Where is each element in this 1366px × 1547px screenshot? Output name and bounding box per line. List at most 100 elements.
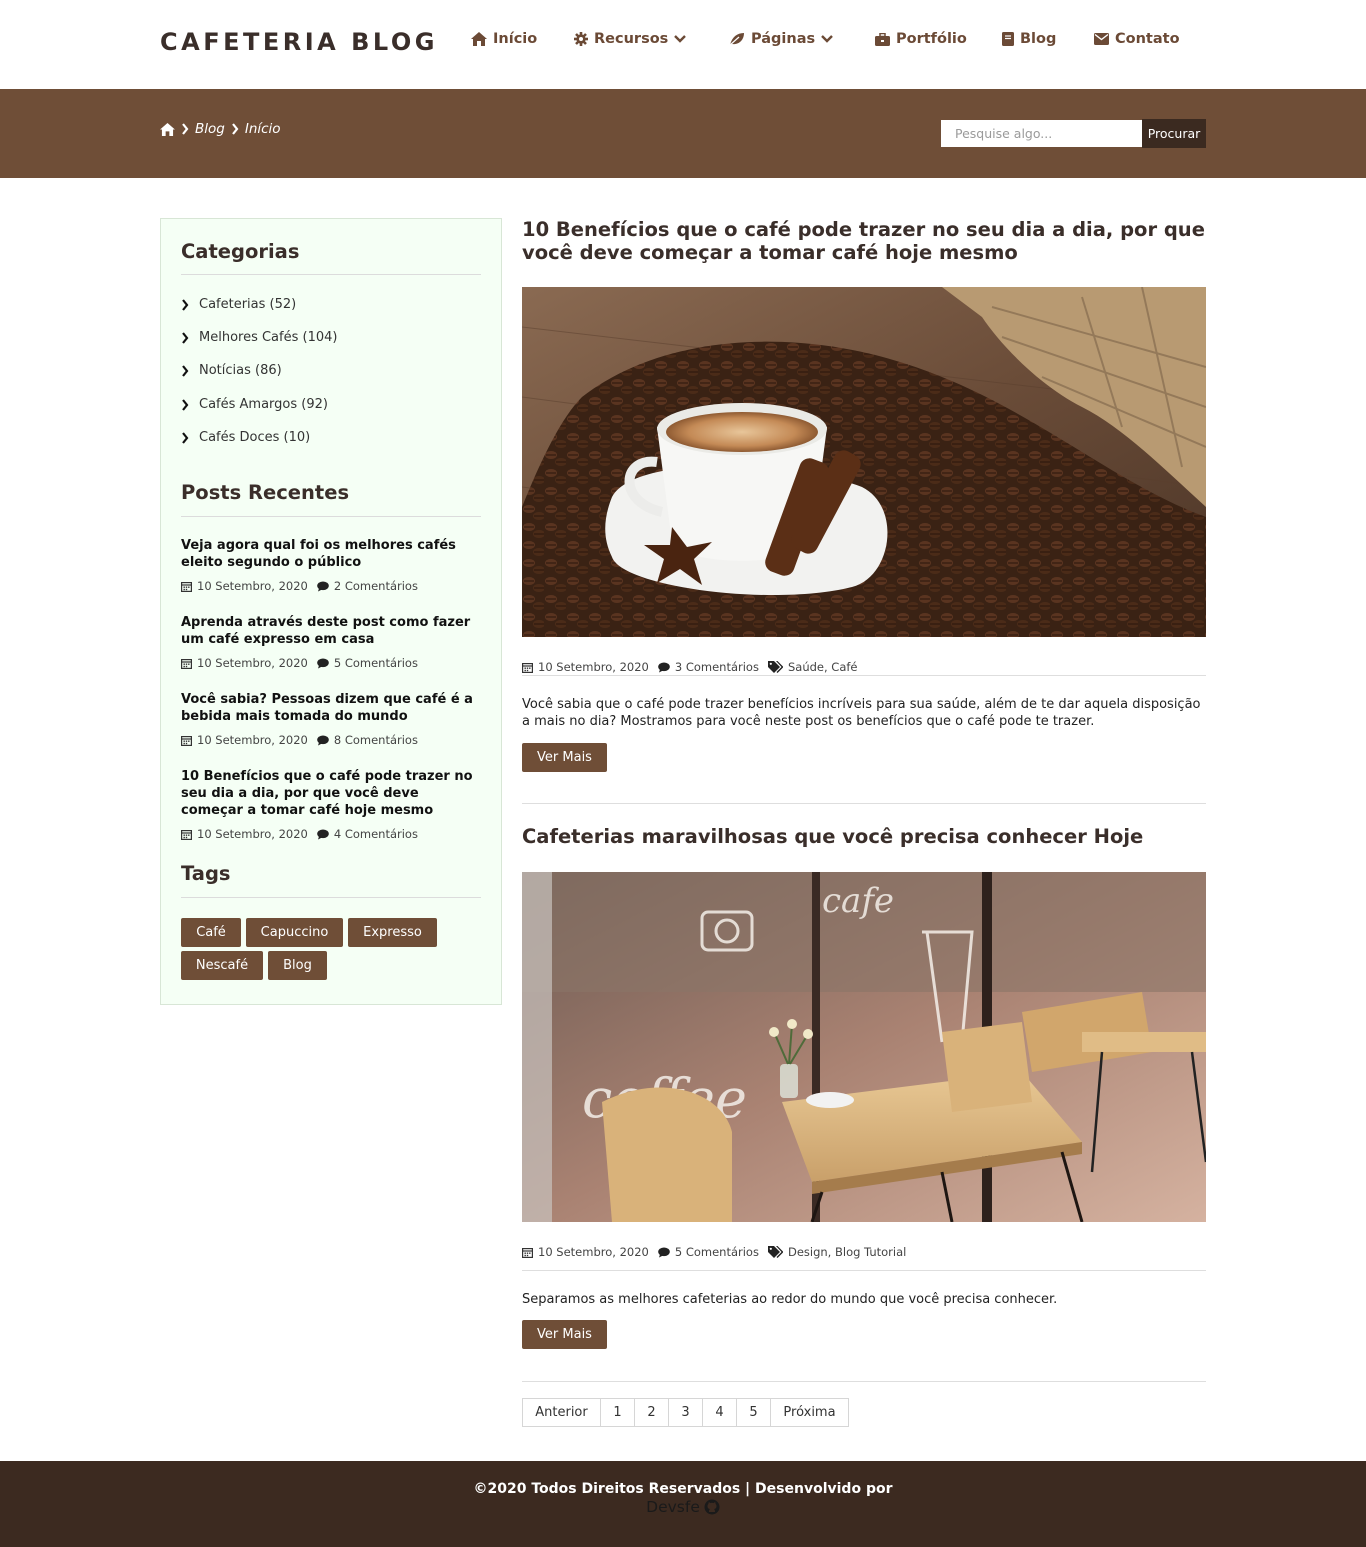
divider <box>181 516 481 517</box>
recent-post-title[interactable]: Aprenda através deste post como fazer um… <box>181 614 481 648</box>
post-date: 10 Setembro, 2020 <box>197 733 308 747</box>
post-meta: 10 Setembro, 2020 5 Comentários Design, … <box>522 1245 906 1259</box>
nav-label: Contato <box>1115 31 1180 47</box>
chevron-right-icon <box>181 331 189 344</box>
recent-post-meta: 10 Setembro, 2020 8 Comentários <box>181 733 418 747</box>
tags-icon <box>767 1246 783 1258</box>
svg-text:cafe: cafe <box>822 881 894 921</box>
read-more-button[interactable]: Ver Mais <box>522 743 607 772</box>
tag-blog[interactable]: Blog <box>268 951 327 980</box>
nav-label: Portfólio <box>896 31 967 47</box>
gear-icon <box>574 32 588 46</box>
leaf-icon <box>729 32 745 46</box>
search-button[interactable]: Procurar <box>1142 119 1206 148</box>
categories-heading: Categorias <box>181 240 300 263</box>
post-date: 10 Setembro, 2020 <box>197 656 308 670</box>
nav-item-recursos[interactable]: Recursos <box>574 31 687 47</box>
book-icon <box>1002 32 1014 46</box>
category-item[interactable]: Melhores Cafés (104) <box>181 330 337 345</box>
recent-post-title[interactable]: Você sabia? Pessoas dizem que café é a b… <box>181 691 481 725</box>
page-3[interactable]: 3 <box>668 1398 703 1427</box>
tag-nescafe[interactable]: Nescafé <box>181 951 263 980</box>
category-label: Notícias (86) <box>199 363 282 378</box>
nav-label: Páginas <box>751 31 816 47</box>
github-icon[interactable] <box>704 1499 720 1515</box>
post-excerpt: Separamos as melhores cafeterias ao redo… <box>522 1292 1058 1307</box>
chevron-right-icon <box>181 123 189 135</box>
divider <box>522 1381 1206 1382</box>
category-label: Cafés Doces (10) <box>199 430 311 445</box>
nav-label: Blog <box>1020 31 1057 47</box>
site-brand[interactable]: CAFETERIA BLOG <box>160 28 438 56</box>
post-date: 10 Setembro, 2020 <box>197 579 308 593</box>
divider <box>181 897 481 898</box>
briefcase-icon <box>875 32 890 46</box>
nav-item-portfolio[interactable]: Portfólio <box>875 31 967 47</box>
post-date: 10 Setembro, 2020 <box>538 1245 649 1259</box>
recent-post-title[interactable]: Veja agora qual foi os melhores cafés el… <box>181 537 481 571</box>
developer-name[interactable]: Devsfe <box>646 1498 700 1516</box>
calendar-icon <box>181 735 192 746</box>
post-tags[interactable]: Saúde, Café <box>788 660 858 674</box>
read-more-button[interactable]: Ver Mais <box>522 1320 607 1349</box>
recent-post-title[interactable]: 10 Benefícios que o café pode trazer no … <box>181 768 481 819</box>
comment-icon <box>317 581 329 592</box>
post-image-cafe-interior[interactable]: coffee cafe <box>522 872 1206 1222</box>
tag-expresso[interactable]: Expresso <box>348 918 437 947</box>
category-item[interactable]: Cafeterias (52) <box>181 297 296 312</box>
chevron-down-icon <box>821 34 833 44</box>
category-item[interactable]: Cafés Amargos (92) <box>181 397 328 412</box>
post-title[interactable]: 10 Benefícios que o café pode trazer no … <box>522 218 1206 264</box>
comment-icon <box>317 829 329 840</box>
post-comments[interactable]: 3 Comentários <box>675 660 759 674</box>
envelope-icon <box>1094 33 1109 45</box>
tag-capuccino[interactable]: Capuccino <box>246 918 343 947</box>
post-comments[interactable]: 5 Comentários <box>675 1245 759 1259</box>
post-comments: 5 Comentários <box>333 656 418 670</box>
comment-icon <box>317 735 329 746</box>
chevron-right-icon <box>181 364 189 377</box>
category-item[interactable]: Notícias (86) <box>181 363 282 378</box>
recent-posts-heading: Posts Recentes <box>181 481 350 504</box>
breadcrumb-blog[interactable]: Blog <box>195 121 225 137</box>
sidebar: Categorias Cafeterias (52) Melhores Café… <box>160 218 502 1005</box>
post-excerpt: Você sabia que o café pode trazer benefí… <box>522 697 1201 729</box>
nav-item-contato[interactable]: Contato <box>1094 31 1180 47</box>
category-item[interactable]: Cafés Doces (10) <box>181 430 310 445</box>
home-icon <box>471 32 487 46</box>
recent-post-meta: 10 Setembro, 2020 5 Comentários <box>181 656 418 670</box>
site-header: CAFETERIA BLOG Início Recursos Páginas P… <box>0 0 1366 89</box>
post-image-coffee-cup[interactable] <box>522 287 1206 637</box>
post-title[interactable]: Cafeterias maravilhosas que você precisa… <box>522 825 1206 848</box>
post-comments: 4 Comentários <box>333 827 418 841</box>
post-date: 10 Setembro, 2020 <box>197 827 308 841</box>
site-footer: ©2020 Todos Direitos Reservados | Desenv… <box>0 1461 1366 1547</box>
footer-developer-link[interactable]: Devsfe <box>0 1498 1366 1516</box>
home-icon[interactable] <box>160 122 175 136</box>
comment-icon <box>658 1247 670 1258</box>
divider <box>522 675 1206 676</box>
page-5[interactable]: 5 <box>736 1398 771 1427</box>
post-comments: 2 Comentários <box>333 579 418 593</box>
tags-heading: Tags <box>181 862 231 885</box>
page-next[interactable]: Próxima <box>770 1398 849 1427</box>
post-tags[interactable]: Design, Blog Tutorial <box>788 1245 906 1259</box>
page-2[interactable]: 2 <box>634 1398 669 1427</box>
footer-copyright: ©2020 Todos Direitos Reservados | Desenv… <box>473 1481 893 1497</box>
post-meta: 10 Setembro, 2020 3 Comentários Saúde, C… <box>522 660 858 674</box>
comment-icon <box>658 662 670 673</box>
nav-label: Início <box>493 31 538 47</box>
chevron-right-icon <box>231 123 239 135</box>
nav-item-inicio[interactable]: Início <box>471 31 537 47</box>
page-previous[interactable]: Anterior <box>522 1398 601 1427</box>
post-date: 10 Setembro, 2020 <box>538 660 649 674</box>
page-banner: Blog Início Procurar <box>0 89 1366 178</box>
post-comments: 8 Comentários <box>333 733 418 747</box>
search-input[interactable] <box>941 120 1142 147</box>
nav-item-paginas[interactable]: Páginas <box>729 31 833 47</box>
page-1[interactable]: 1 <box>600 1398 635 1427</box>
recent-post-meta: 10 Setembro, 2020 4 Comentários <box>181 827 418 841</box>
nav-item-blog[interactable]: Blog <box>1002 31 1056 47</box>
page-4[interactable]: 4 <box>702 1398 737 1427</box>
tag-cafe[interactable]: Café <box>181 918 241 947</box>
